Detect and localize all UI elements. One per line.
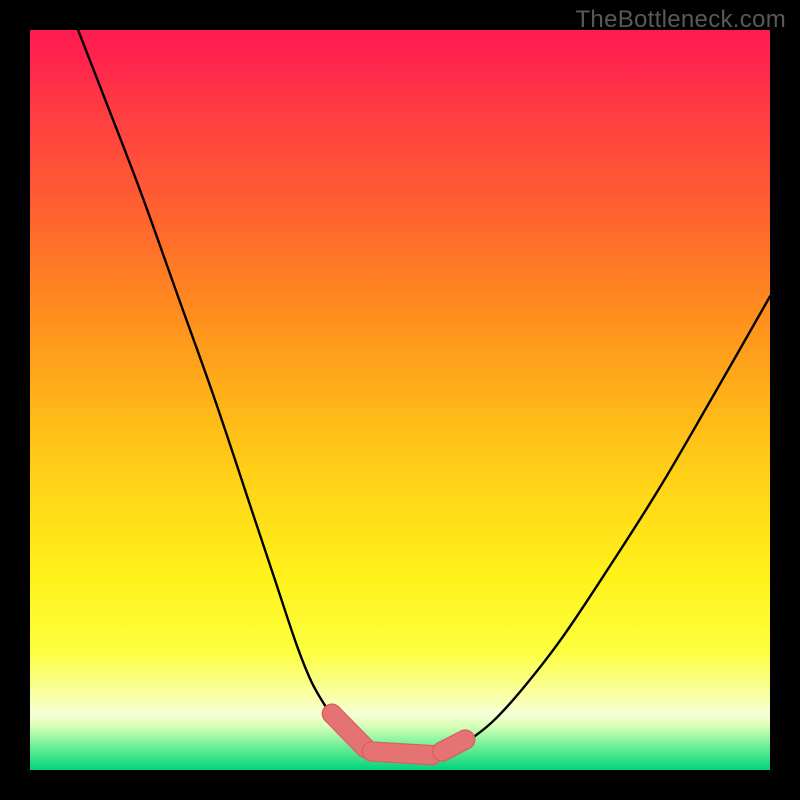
sausage-segment-2 [442,740,465,752]
bottleneck-curve-chart [30,30,770,770]
sausage-segment-1 [372,752,432,756]
plot-area [30,30,770,770]
chart-frame: TheBottleneck.com [0,0,800,800]
watermark-text: TheBottleneck.com [575,6,786,34]
sausage-segment-0 [332,714,365,748]
bottleneck-curve [78,30,770,755]
